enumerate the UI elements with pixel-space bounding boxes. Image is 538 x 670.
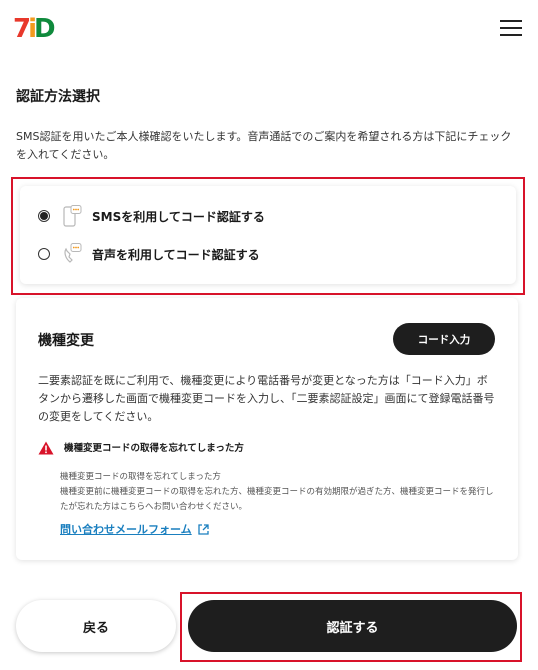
device-change-body: 二要素認証を既にご利用で、機種変更により電話番号が変更となった方は「コード入力」… (38, 374, 495, 423)
contact-link-label: 問い合わせメールフォーム (60, 523, 192, 536)
detail-line: 機種変更コードの取得を忘れてしまった方 (60, 472, 221, 482)
external-link-icon (198, 523, 209, 535)
forgot-code-detail: 機種変更コードの取得を忘れてしまった方 機種変更前に機種変更コードの取得を忘れた… (60, 470, 500, 515)
warning-label: 機種変更コードの取得を忘れてしまった方 (64, 443, 244, 454)
page-description: SMS認証を用いたご本人様確認をいたします。音声通話でのご案内を希望される方は下… (16, 130, 512, 161)
warning-triangle-icon (38, 440, 54, 455)
forgot-code-warning: 機種変更コードの取得を忘れてしまった方 (38, 440, 244, 455)
auth-method-options: SMSを利用してコード認証する 音声を利用してコード認証する (20, 186, 516, 284)
voice-radio[interactable] (38, 248, 50, 260)
detail-line: 機種変更前に機種変更コードの取得を忘れた方、機種変更コードの有効期限が過ぎた方、… (60, 487, 494, 512)
device-change-title: 機種変更 (38, 333, 94, 349)
option-voice[interactable]: 音声を利用してコード認証する (38, 243, 260, 265)
option-voice-label: 音声を利用してコード認証する (92, 247, 260, 262)
sms-phone-icon (62, 205, 82, 227)
7id-logo[interactable]: 7iD (13, 14, 56, 44)
device-change-card: 機種変更 コード入力 二要素認証を既にご利用で、機種変更により電話番号が変更とな… (16, 298, 518, 560)
voice-call-icon (62, 243, 82, 265)
option-sms-label: SMSを利用してコード認証する (92, 209, 265, 224)
page-title: 認証方法選択 (16, 89, 100, 105)
back-button[interactable]: 戻る (16, 600, 176, 652)
option-sms[interactable]: SMSを利用してコード認証する (38, 205, 265, 227)
code-input-button[interactable]: コード入力 (393, 323, 495, 355)
hamburger-menu-icon[interactable] (500, 20, 522, 38)
authenticate-button[interactable]: 認証する (188, 600, 517, 652)
header: 7iD (0, 0, 538, 60)
sms-radio[interactable] (38, 210, 50, 222)
contact-form-link[interactable]: 問い合わせメールフォーム (60, 521, 209, 537)
